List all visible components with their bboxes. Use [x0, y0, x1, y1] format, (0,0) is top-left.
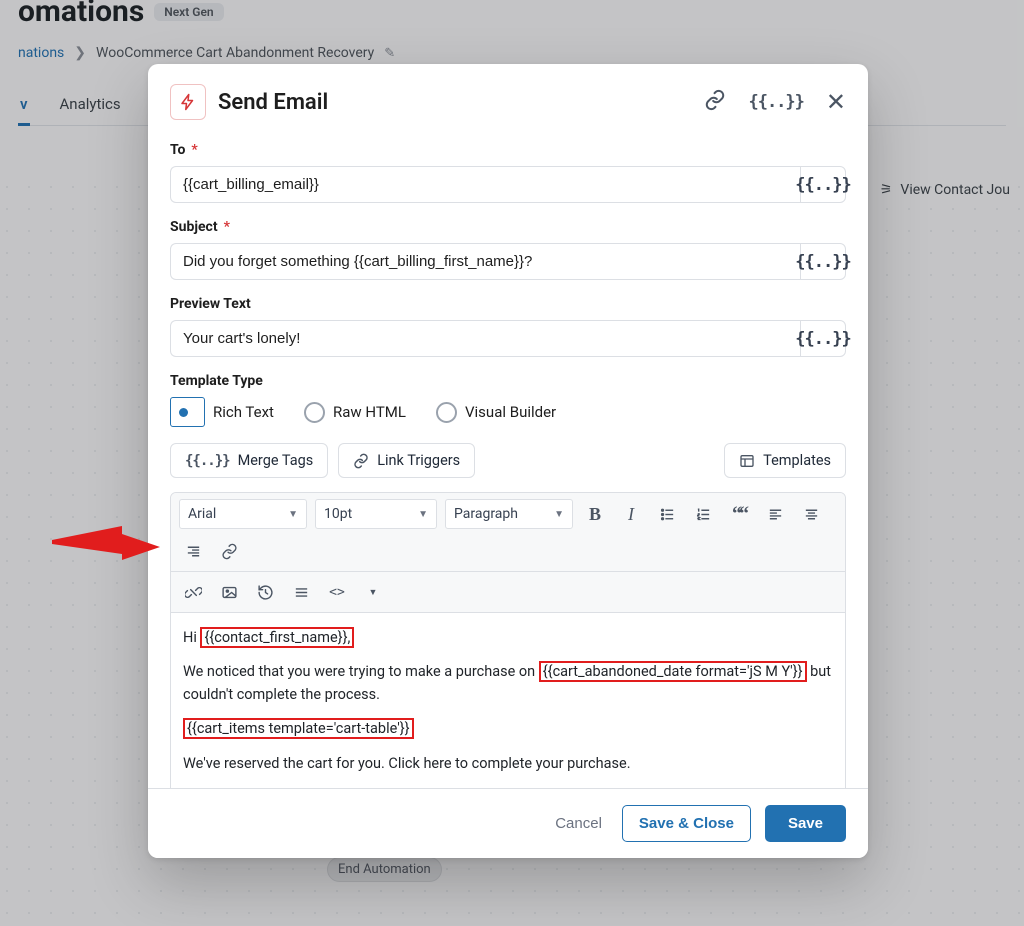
- subject-input[interactable]: [170, 243, 800, 280]
- block-format-select[interactable]: Paragraph ▼: [445, 499, 573, 529]
- to-merge-tag-button[interactable]: {{..}}: [800, 166, 846, 203]
- merge-tag-small-icon: {{..}}: [795, 329, 850, 349]
- send-email-modal: Send Email {{..}} ✕ To* {{..}} Subject* …: [148, 64, 868, 858]
- rich-text-editor: Arial ▼ 10pt ▼ Paragraph ▼ B I ““: [170, 492, 846, 788]
- radio-rich-text-label: Rich Text: [213, 403, 274, 421]
- templates-button[interactable]: Templates: [724, 443, 846, 478]
- font-family-value: Arial: [188, 506, 216, 522]
- editor-text: Hi: [183, 629, 200, 646]
- link-triggers-label: Link Triggers: [377, 452, 460, 469]
- restore-button[interactable]: [251, 578, 279, 606]
- code-button[interactable]: <>: [323, 578, 351, 606]
- link-triggers-button[interactable]: Link Triggers: [338, 443, 475, 478]
- merge-tag-abandoned-date: {{cart_abandoned_date format='jS M Y'}}: [539, 661, 807, 682]
- align-right-button[interactable]: [179, 537, 207, 565]
- link-button[interactable]: [215, 537, 243, 565]
- unlink-button[interactable]: [179, 578, 207, 606]
- bullet-list-button[interactable]: [653, 500, 681, 528]
- radio-unselected-icon: [304, 402, 325, 423]
- close-icon[interactable]: ✕: [826, 90, 846, 114]
- editor-text: We noticed that you were trying to make …: [183, 663, 539, 680]
- font-family-select[interactable]: Arial ▼: [179, 499, 307, 529]
- editor-text: If you have any questions, feel free to …: [183, 787, 833, 788]
- align-left-button[interactable]: [761, 500, 789, 528]
- radio-visual-builder-label: Visual Builder: [465, 403, 556, 421]
- templates-icon: [739, 453, 755, 469]
- editor-body[interactable]: Hi {{contact_first_name}}, We noticed th…: [171, 613, 845, 788]
- to-input[interactable]: [170, 166, 800, 203]
- link-icon[interactable]: [704, 89, 726, 115]
- preview-input[interactable]: [170, 320, 800, 357]
- bolt-icon: [170, 84, 206, 120]
- editor-toolbar: Arial ▼ 10pt ▼ Paragraph ▼ B I ““: [171, 493, 845, 613]
- merge-tag-small-icon: {{..}}: [795, 175, 850, 195]
- merge-tag-icon[interactable]: {{..}}: [748, 92, 803, 112]
- templates-label: Templates: [763, 452, 831, 469]
- merge-tag-cart-items: {{cart_items template='cart-table'}}: [183, 718, 414, 739]
- italic-button[interactable]: I: [617, 500, 645, 528]
- merge-tags-button[interactable]: {{..}} Merge Tags: [170, 443, 328, 478]
- merge-tag-contact-first-name: {{contact_first_name}},: [200, 627, 354, 648]
- cancel-button[interactable]: Cancel: [549, 807, 608, 840]
- editor-text: We've reserved the cart for you. Click h…: [183, 753, 833, 775]
- modal-footer: Cancel Save & Close Save: [148, 788, 868, 858]
- radio-visual-builder[interactable]: Visual Builder: [436, 402, 556, 423]
- modal-title: Send Email: [218, 90, 692, 115]
- radio-rich-text[interactable]: Rich Text: [170, 397, 274, 427]
- bold-button[interactable]: B: [581, 500, 609, 528]
- link-icon: [353, 453, 369, 469]
- radio-raw-html-label: Raw HTML: [333, 403, 406, 421]
- numbered-list-button[interactable]: [689, 500, 717, 528]
- radio-selected-icon: [170, 397, 205, 427]
- chevron-down-icon: ▼: [418, 509, 428, 520]
- merge-tag-small-icon: {{..}}: [185, 453, 230, 469]
- radio-unselected-icon: [436, 402, 457, 423]
- modal-header: Send Email {{..}} ✕: [148, 64, 868, 124]
- to-label: To: [170, 142, 185, 158]
- required-icon: *: [191, 142, 197, 158]
- save-button[interactable]: Save: [765, 805, 846, 842]
- blockquote-button[interactable]: ““: [725, 500, 753, 528]
- required-icon: *: [224, 219, 230, 235]
- subject-label: Subject: [170, 219, 218, 235]
- font-size-select[interactable]: 10pt ▼: [315, 499, 437, 529]
- merge-tag-small-icon: {{..}}: [795, 252, 850, 272]
- preview-label: Preview Text: [170, 296, 251, 312]
- template-type-label: Template Type: [170, 373, 263, 389]
- more-formats-button[interactable]: ▼: [359, 578, 387, 606]
- merge-tags-label: Merge Tags: [238, 452, 314, 469]
- align-center-button[interactable]: [797, 500, 825, 528]
- radio-raw-html[interactable]: Raw HTML: [304, 402, 406, 423]
- subject-merge-tag-button[interactable]: {{..}}: [800, 243, 846, 280]
- image-button[interactable]: [215, 578, 243, 606]
- save-and-close-button[interactable]: Save & Close: [622, 805, 751, 842]
- hr-button[interactable]: [287, 578, 315, 606]
- chevron-down-icon: ▼: [554, 509, 564, 520]
- font-size-value: 10pt: [324, 506, 352, 522]
- chevron-down-icon: ▼: [288, 509, 298, 520]
- block-format-value: Paragraph: [454, 506, 518, 522]
- preview-merge-tag-button[interactable]: {{..}}: [800, 320, 846, 357]
